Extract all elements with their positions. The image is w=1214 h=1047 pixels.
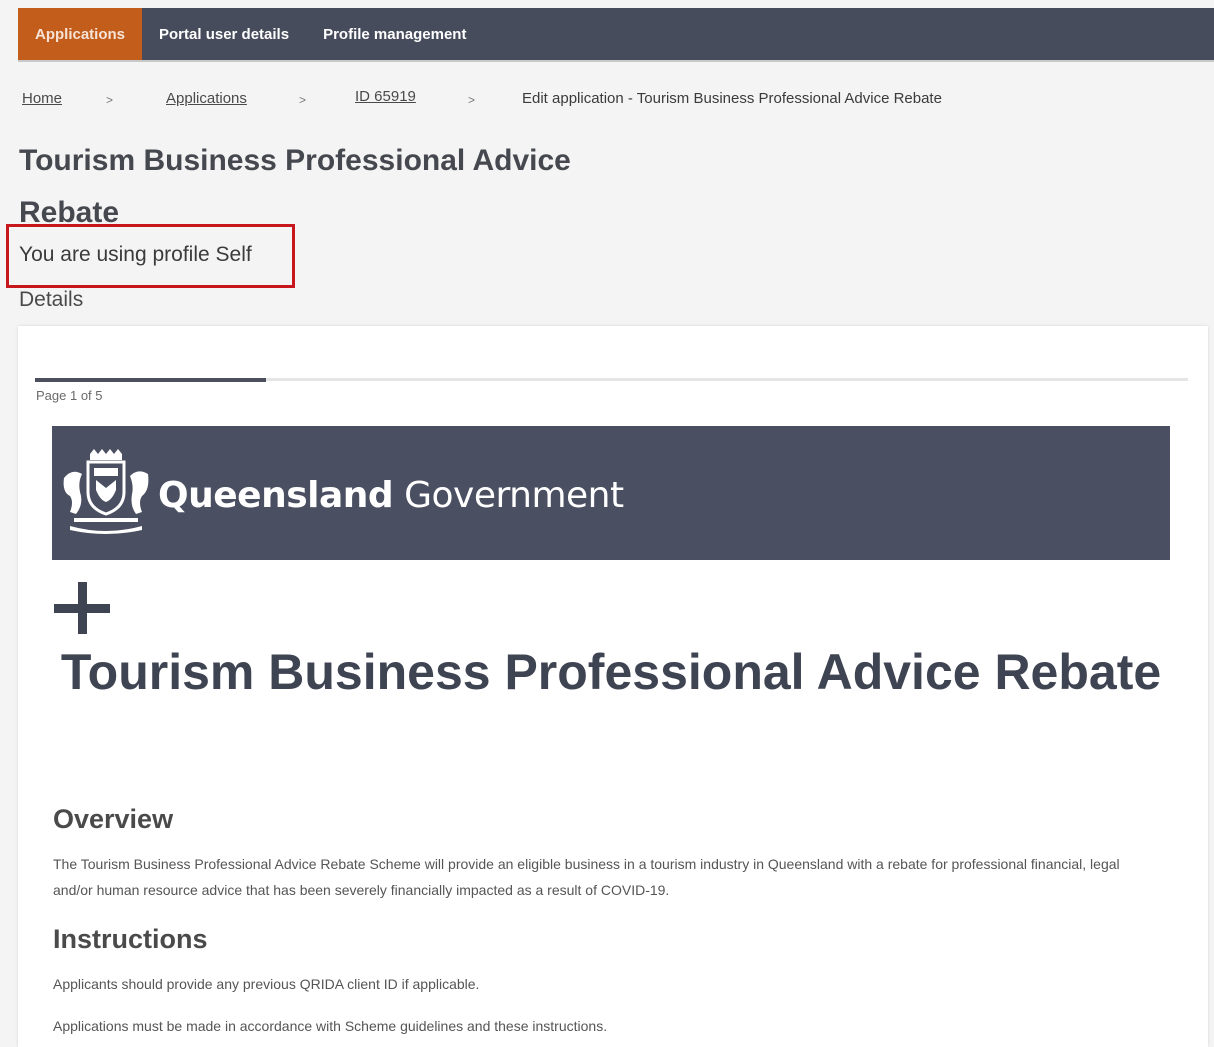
breadcrumb-separator: >	[468, 93, 476, 107]
breadcrumb-home-link[interactable]: Home	[22, 90, 62, 107]
page-indicator: Page 1 of 5	[36, 388, 103, 403]
instructions-text-1: Applicants should provide any previous Q…	[53, 976, 480, 992]
breadcrumb-separator: >	[106, 93, 114, 107]
form-card: Page 1 of 5 Queensland Government Touris…	[18, 326, 1208, 1047]
plus-icon	[54, 582, 110, 634]
breadcrumb-separator: >	[299, 93, 307, 107]
queensland-government-logo-text: Queensland Government	[158, 475, 624, 516]
form-heading: Tourism Business Professional Advice Reb…	[60, 644, 1162, 700]
queensland-coat-of-arms-icon	[63, 449, 149, 534]
breadcrumb-applications-link[interactable]: Applications	[166, 90, 247, 107]
progress-bar-fill	[35, 378, 266, 382]
queensland-government-banner: Queensland Government	[52, 426, 1170, 560]
overview-heading: Overview	[53, 804, 174, 834]
nav-item-portal-user-details[interactable]: Portal user details	[142, 8, 306, 60]
top-navigation: Applications Portal user details Profile…	[18, 8, 1214, 62]
instructions-heading: Instructions	[53, 924, 208, 954]
breadcrumb-current: Edit application - Tourism Business Prof…	[522, 90, 942, 107]
logo-text-bold: Queensland	[158, 475, 394, 516]
breadcrumb-id-link[interactable]: ID 65919	[355, 88, 416, 105]
progress-bar	[35, 378, 1188, 382]
logo-text-regular: Government	[393, 475, 624, 516]
nav-item-applications[interactable]: Applications	[18, 8, 143, 60]
overview-text: The Tourism Business Professional Advice…	[53, 856, 1120, 898]
profile-notice: You are using profile Self	[19, 243, 252, 266]
instructions-text-2: Applications must be made in accordance …	[53, 1018, 608, 1034]
details-heading: Details	[19, 288, 84, 311]
nav-item-profile-management[interactable]: Profile management	[306, 8, 483, 60]
